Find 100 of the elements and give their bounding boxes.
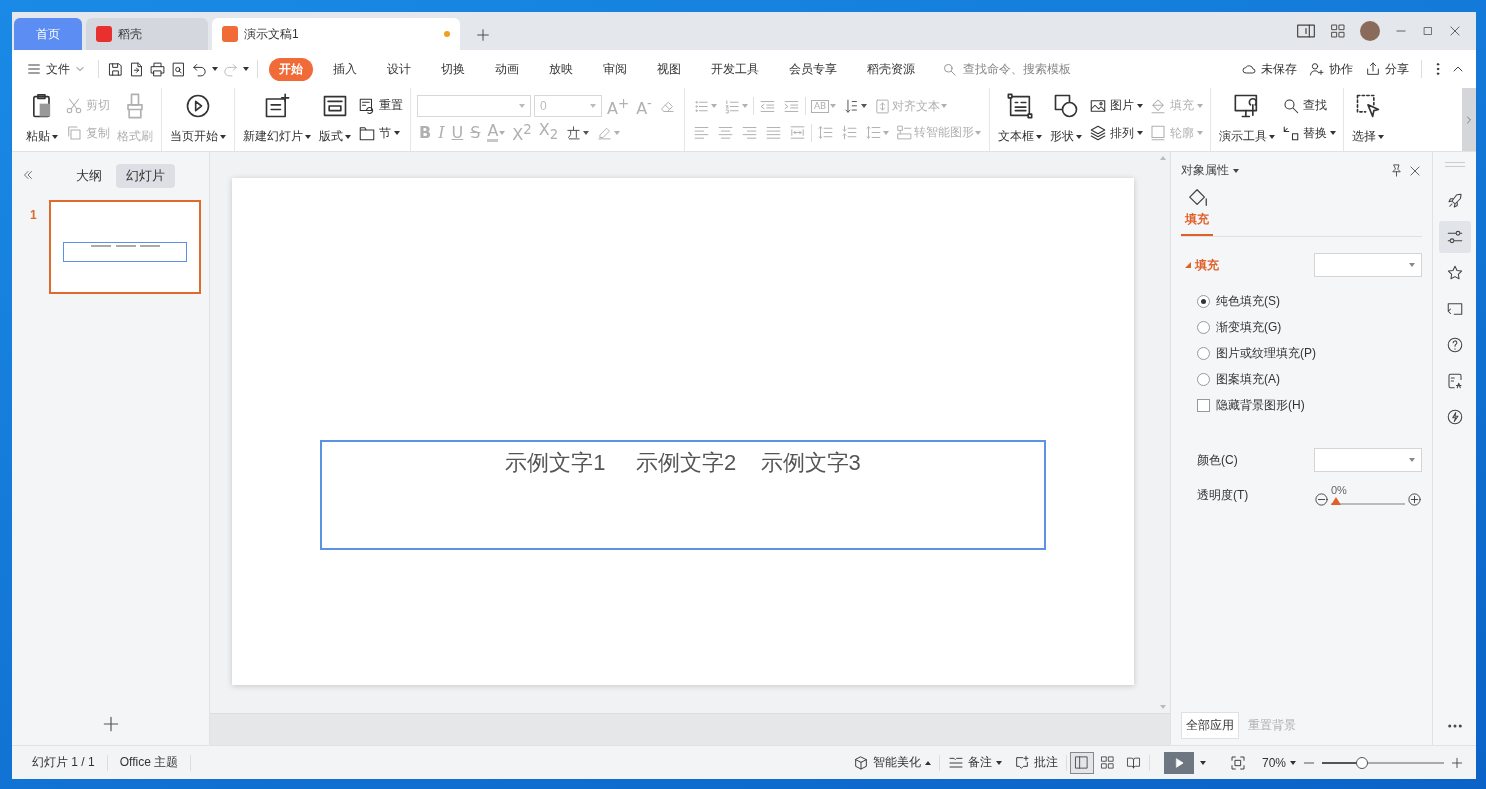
color-dropdown[interactable] — [1314, 448, 1422, 472]
close-icon[interactable] — [1408, 163, 1422, 178]
play-circle-icon — [184, 92, 212, 120]
option-label: 渐变填充(G) — [1216, 319, 1282, 336]
text-box[interactable]: 示例文字1 示例文字2 示例文字3 — [320, 440, 1046, 550]
new-slide-icon — [263, 92, 291, 120]
reset-button[interactable]: 重置 — [357, 94, 404, 117]
new-slide-button[interactable]: 新建幻灯片 — [241, 88, 313, 151]
caret-icon — [995, 760, 1002, 765]
copy-icon — [65, 124, 83, 143]
menu-tab[interactable]: 稻壳资源 — [857, 57, 925, 81]
maximize-icon[interactable] — [1422, 25, 1434, 37]
collaborate-button[interactable]: 协作 — [1305, 57, 1357, 81]
replace-button[interactable]: 替换 — [1280, 122, 1337, 145]
avatar[interactable] — [1360, 21, 1380, 41]
zoom-in-icon[interactable] — [1407, 492, 1422, 507]
menu-tab[interactable]: 开发工具 — [701, 57, 769, 81]
select-button[interactable]: 选择 — [1349, 88, 1386, 151]
zoom-out-icon[interactable] — [1314, 492, 1329, 507]
export-icon[interactable] — [128, 60, 145, 78]
caret-icon — [1075, 134, 1082, 139]
caret-icon — [1136, 103, 1143, 108]
sidebar-button[interactable] — [1438, 221, 1471, 253]
slideshow-icon — [1445, 300, 1464, 318]
save-status-button[interactable]: 未保存 — [1237, 57, 1301, 81]
menu-tab[interactable]: 审阅 — [593, 57, 637, 81]
slide-number: 1 — [30, 207, 38, 222]
radio-button[interactable] — [1197, 321, 1210, 334]
panel-title[interactable]: 对象属性 — [1181, 162, 1239, 179]
fit-window-icon[interactable] — [1229, 754, 1246, 771]
slide-thumbnail[interactable] — [49, 200, 201, 294]
window-tab[interactable]: 稻壳 — [86, 18, 208, 50]
radio-option[interactable]: 纯色填充(S) — [1197, 293, 1422, 310]
close-icon[interactable] — [1448, 24, 1462, 38]
textbox-button[interactable]: 文本框 — [995, 88, 1044, 151]
slideshow-button[interactable] — [1163, 751, 1194, 774]
menu-tab[interactable]: 视图 — [647, 57, 691, 81]
panel-tab[interactable]: 幻灯片 — [116, 164, 175, 188]
radio-button[interactable] — [1197, 347, 1210, 360]
layout-button[interactable]: 版式 — [317, 88, 353, 151]
view-button[interactable] — [1069, 751, 1094, 774]
slider-thumb[interactable] — [1356, 756, 1369, 769]
caret-icon — [861, 104, 868, 109]
line-spacing-icon — [816, 124, 834, 142]
caret-icon — [924, 760, 931, 765]
share-button[interactable]: 分享 — [1361, 57, 1413, 81]
caret-icon — [1290, 760, 1296, 765]
numbered-list-icon — [723, 97, 741, 115]
grid-icon[interactable] — [1330, 23, 1346, 39]
pin-icon[interactable] — [1389, 163, 1404, 178]
menu-tab[interactable]: 设计 — [377, 57, 421, 81]
notes-button[interactable]: 备注 — [941, 751, 1008, 774]
arrange-button[interactable]: 排列 — [1087, 122, 1144, 145]
printer-icon[interactable] — [149, 60, 166, 78]
play-button[interactable]: 当页开始 — [168, 88, 228, 151]
caret-icon — [1409, 458, 1415, 462]
window-tab[interactable]: 演示文稿1 — [212, 18, 460, 50]
slider-thumb[interactable] — [1331, 497, 1341, 505]
paste-button[interactable]: 粘贴 — [24, 88, 60, 151]
menu-tab[interactable]: 会员专享 — [779, 57, 847, 81]
caret-icon — [1233, 168, 1239, 173]
checkbox-option[interactable]: 隐藏背景图形(H) — [1197, 397, 1422, 414]
radio-button[interactable] — [1197, 295, 1210, 308]
radio-option[interactable]: 渐变填充(G) — [1197, 319, 1422, 336]
share-icon — [1365, 61, 1381, 77]
smart-beautify-button[interactable]: 智能美化 — [846, 751, 937, 774]
print-preview-icon[interactable] — [170, 60, 187, 78]
image-sparkle-icon — [1445, 372, 1464, 390]
search-field[interactable]: 查找命令、搜索模板 — [942, 61, 1092, 77]
section-button[interactable]: 节 — [357, 122, 404, 145]
drag-handle[interactable] — [1444, 162, 1465, 167]
menu-tab[interactable]: 放映 — [539, 57, 583, 81]
radio-option[interactable]: 图片或纹理填充(P) — [1197, 345, 1422, 362]
caret-icon — [1196, 103, 1203, 108]
zoom-level[interactable]: 70% — [1255, 752, 1302, 773]
save-icon[interactable] — [107, 60, 124, 78]
radio-option[interactable]: 图案填充(A) — [1197, 371, 1422, 388]
file-menu[interactable]: 文件 — [22, 57, 90, 81]
comments-button[interactable]: 批注 — [1007, 751, 1064, 774]
logo-icon — [96, 26, 112, 42]
plus-icon[interactable] — [1450, 755, 1464, 770]
caret-icon — [830, 104, 837, 109]
caret-icon — [1136, 131, 1143, 136]
panel-tab[interactable]: 大纲 — [66, 164, 112, 188]
panel-button[interactable]: 全部应用 — [1181, 712, 1239, 739]
menu-tab[interactable]: 动画 — [485, 57, 529, 81]
menu-tab[interactable]: 切换 — [431, 57, 475, 81]
checkbox[interactable] — [1197, 399, 1210, 412]
find-button[interactable]: 查找 — [1280, 94, 1337, 117]
cube-icon — [852, 754, 869, 771]
radio-button[interactable] — [1197, 373, 1210, 386]
picture-button[interactable]: 图片 — [1087, 94, 1144, 117]
menu-tab[interactable]: 插入 — [323, 57, 367, 81]
caret-icon — [1409, 263, 1415, 267]
caret-icon — [1268, 134, 1275, 139]
transparency-slider[interactable] — [1331, 496, 1405, 506]
zoom-slider[interactable] — [1322, 755, 1444, 770]
slide-text: 示例文字1 示例文字2 示例文字3 — [505, 449, 861, 477]
shape-button[interactable]: 形状 — [1047, 88, 1084, 151]
tools-button[interactable]: 演示工具 — [1216, 88, 1277, 151]
